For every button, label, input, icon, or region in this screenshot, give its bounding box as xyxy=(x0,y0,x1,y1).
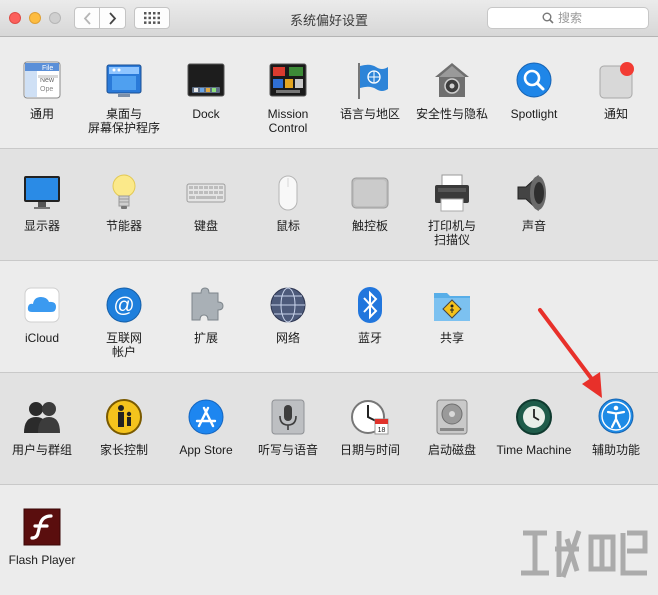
pane-printers-scanners[interactable]: 打印机与 扫描仪 xyxy=(411,173,493,247)
extensions-icon xyxy=(186,285,226,325)
parental-controls-icon xyxy=(104,397,144,437)
pane-sharing[interactable]: 共享 xyxy=(411,285,493,345)
general-icon: File New Ope xyxy=(22,61,62,101)
pane-general[interactable]: File New Ope 通用 xyxy=(1,61,83,121)
pane-dock[interactable]: Dock xyxy=(165,61,247,121)
pane-label: 网络 xyxy=(275,331,300,345)
printers-scanners-icon xyxy=(432,173,472,213)
pane-label: 扩展 xyxy=(193,331,218,345)
pane-label: 用户与群组 xyxy=(11,443,72,457)
pane-notifications[interactable]: 通知 xyxy=(575,61,657,121)
pane-flash-player[interactable]: Flash Player xyxy=(1,507,83,567)
pane-energy-saver[interactable]: 节能器 xyxy=(83,173,165,233)
pane-mission-control[interactable]: Mission Control xyxy=(247,61,329,135)
svg-text:18: 18 xyxy=(378,427,386,434)
pane-label: 启动磁盘 xyxy=(427,443,476,457)
spotlight-icon xyxy=(514,61,554,101)
date-time-icon: 18 xyxy=(350,397,390,437)
pane-trackpad[interactable]: 触控板 xyxy=(329,173,411,233)
red-arrow-icon xyxy=(538,308,602,398)
pane-label: 通知 xyxy=(603,107,628,121)
pane-label: 声音 xyxy=(521,219,546,233)
pane-label: 家长控制 xyxy=(99,443,148,457)
section-hardware: 显示器 节能器 键盘 鼠标 触控板 打印机与 扫描仪 声音 xyxy=(0,149,658,261)
displays-icon xyxy=(22,173,62,213)
title-bar: 系统偏好设置 xyxy=(0,0,658,37)
security-privacy-icon xyxy=(432,61,472,101)
pane-desktop-screensaver[interactable]: 桌面与 屏幕保护程序 xyxy=(83,61,165,135)
pane-label: Spotlight xyxy=(510,107,558,121)
keyboard-icon xyxy=(186,173,226,213)
internet-accounts-icon: @ xyxy=(104,285,144,325)
icloud-icon xyxy=(22,285,62,325)
mission-control-icon xyxy=(268,61,308,101)
dictation-speech-icon xyxy=(268,397,308,437)
pane-label: 打印机与 扫描仪 xyxy=(427,219,476,247)
pane-network[interactable]: 网络 xyxy=(247,285,329,345)
svg-text:Ope: Ope xyxy=(40,86,53,93)
trackpad-icon xyxy=(350,173,390,213)
flash-player-icon xyxy=(22,507,62,547)
pane-label: 桌面与 屏幕保护程序 xyxy=(87,107,160,135)
pane-bluetooth[interactable]: 蓝牙 xyxy=(329,285,411,345)
dock-icon xyxy=(186,61,226,101)
pane-extensions[interactable]: 扩展 xyxy=(165,285,247,345)
pane-label: 辅助功能 xyxy=(591,443,640,457)
notifications-icon xyxy=(596,61,636,101)
app-store-icon xyxy=(186,397,226,437)
svg-text:@: @ xyxy=(113,294,134,317)
pane-spotlight[interactable]: Spotlight xyxy=(493,61,575,121)
pane-security-privacy[interactable]: 安全性与隐私 xyxy=(411,61,493,121)
pane-sound[interactable]: 声音 xyxy=(493,173,575,233)
pane-label: 互联网 帐户 xyxy=(105,331,142,359)
pane-app-store[interactable]: App Store xyxy=(165,397,247,457)
pane-date-time[interactable]: 18 日期与时间 xyxy=(329,397,411,457)
energy-saver-icon xyxy=(104,173,144,213)
pane-language-region[interactable]: 语言与地区 xyxy=(329,61,411,121)
pane-internet-accounts[interactable]: @ 互联网 帐户 xyxy=(83,285,165,359)
pane-mouse[interactable]: 鼠标 xyxy=(247,173,329,233)
pane-label: Mission Control xyxy=(267,107,309,135)
pane-label: 通用 xyxy=(29,107,54,121)
pane-label: 触控板 xyxy=(351,219,388,233)
pane-label: Flash Player xyxy=(8,553,76,567)
startup-disk-icon xyxy=(432,397,472,437)
pane-label: 语言与地区 xyxy=(339,107,400,121)
desktop-screensaver-icon xyxy=(104,61,144,101)
pane-label: iCloud xyxy=(24,331,60,345)
pane-keyboard[interactable]: 键盘 xyxy=(165,173,247,233)
pane-label: 鼠标 xyxy=(275,219,300,233)
pane-users-groups[interactable]: 用户与群组 xyxy=(1,397,83,457)
watermark-logo-icon xyxy=(521,530,648,578)
language-region-icon xyxy=(350,61,390,101)
pane-startup-disk[interactable]: 启动磁盘 xyxy=(411,397,493,457)
mouse-icon xyxy=(268,173,308,213)
pane-label: 蓝牙 xyxy=(357,331,382,345)
pane-label: Dock xyxy=(192,107,220,121)
network-icon xyxy=(268,285,308,325)
pane-parental-controls[interactable]: 家长控制 xyxy=(83,397,165,457)
pane-label: 安全性与隐私 xyxy=(415,107,488,121)
pane-label: 节能器 xyxy=(105,219,142,233)
svg-text:File: File xyxy=(42,65,53,72)
pane-displays[interactable]: 显示器 xyxy=(1,173,83,233)
pane-label: 显示器 xyxy=(23,219,60,233)
sharing-icon xyxy=(432,285,472,325)
pane-label: Time Machine xyxy=(496,443,572,457)
pane-label: 共享 xyxy=(439,331,464,345)
users-groups-icon xyxy=(22,397,62,437)
sound-icon xyxy=(514,173,554,213)
pane-icloud[interactable]: iCloud xyxy=(1,285,83,345)
pane-dictation-speech[interactable]: 听写与语音 xyxy=(247,397,329,457)
search-input[interactable] xyxy=(558,11,594,25)
search-field[interactable] xyxy=(487,7,649,29)
search-icon xyxy=(542,12,554,24)
pane-label: 键盘 xyxy=(193,219,218,233)
pane-label: App Store xyxy=(179,443,233,457)
pane-label: 日期与时间 xyxy=(339,443,400,457)
bluetooth-icon xyxy=(350,285,390,325)
section-personal: File New Ope 通用 桌面与 屏幕保护程序 Dock Mission … xyxy=(0,37,658,149)
pane-label: 听写与语音 xyxy=(257,443,318,457)
svg-text:New: New xyxy=(40,77,55,84)
